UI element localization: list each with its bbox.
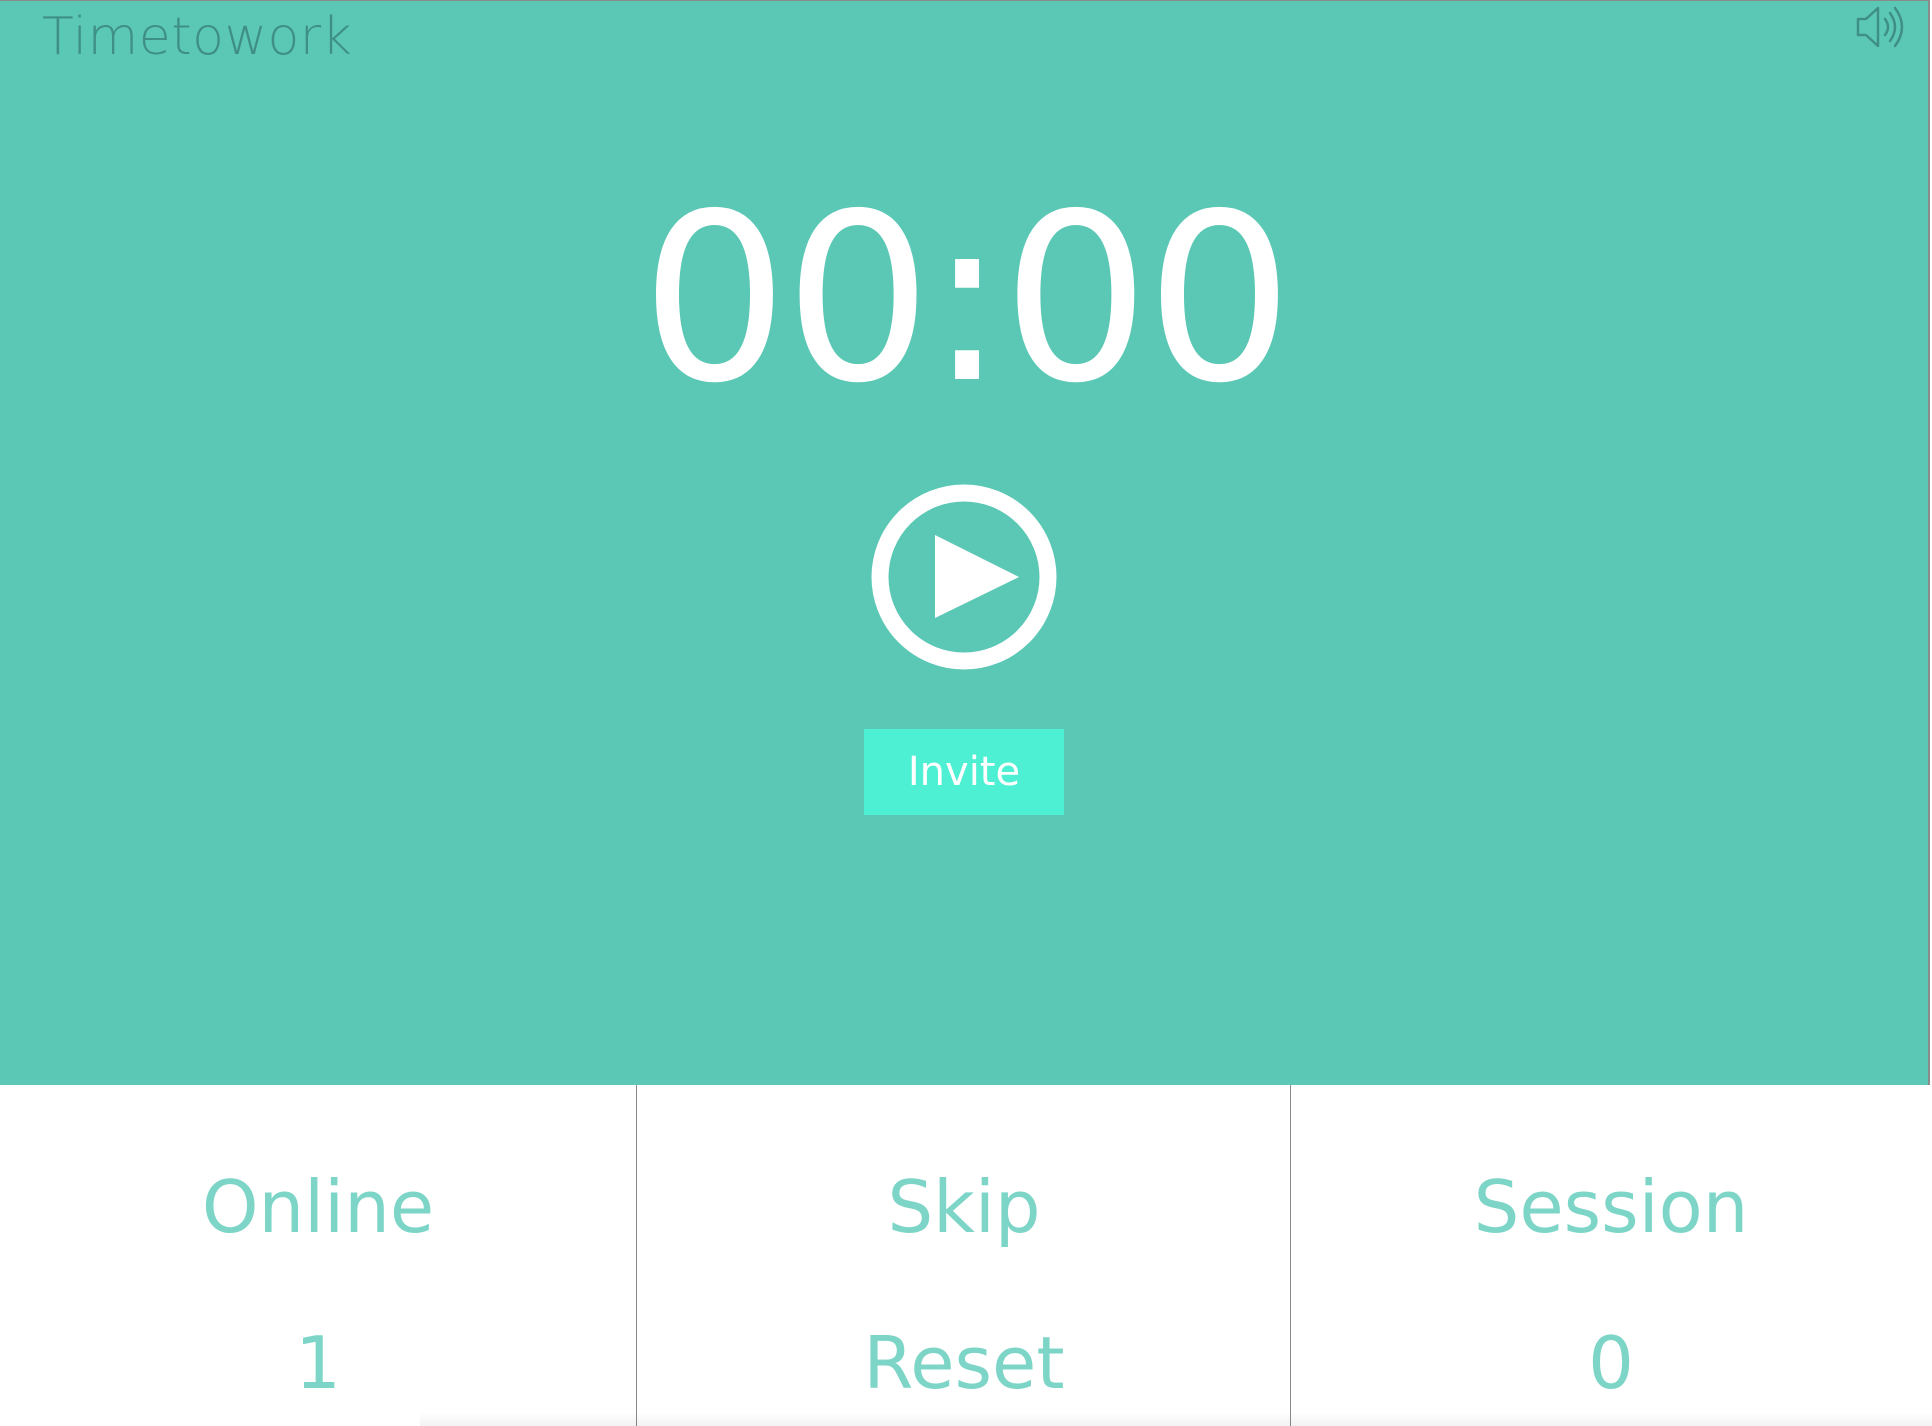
stats-bar: Online 1 Skip Reset Session 0 (0, 1085, 1932, 1426)
footer-shadow (420, 1412, 1932, 1426)
online-count: 1 (295, 1321, 341, 1405)
timer-panel: Timetowork 00:00 Invite (0, 0, 1930, 1085)
session-panel: Session 0 (1290, 1085, 1931, 1426)
skip-button[interactable]: Skip (637, 1165, 1291, 1249)
session-label: Session (1473, 1165, 1749, 1249)
play-circle-icon (871, 484, 1057, 670)
play-button[interactable] (870, 483, 1058, 671)
controls-panel: Skip Reset (636, 1085, 1291, 1426)
online-label: Online (201, 1165, 435, 1249)
reset-button[interactable]: Reset (637, 1321, 1291, 1405)
timetowork-app: Timetowork 00:00 Invite Online 1 Skip Re… (0, 0, 1932, 1426)
online-panel: Online 1 (0, 1085, 636, 1426)
timer-display: 00:00 (640, 164, 1294, 434)
invite-button[interactable]: Invite (864, 729, 1064, 815)
session-count: 0 (1588, 1321, 1634, 1405)
speaker-icon[interactable] (1854, 3, 1906, 51)
app-title: Timetowork (42, 7, 353, 67)
